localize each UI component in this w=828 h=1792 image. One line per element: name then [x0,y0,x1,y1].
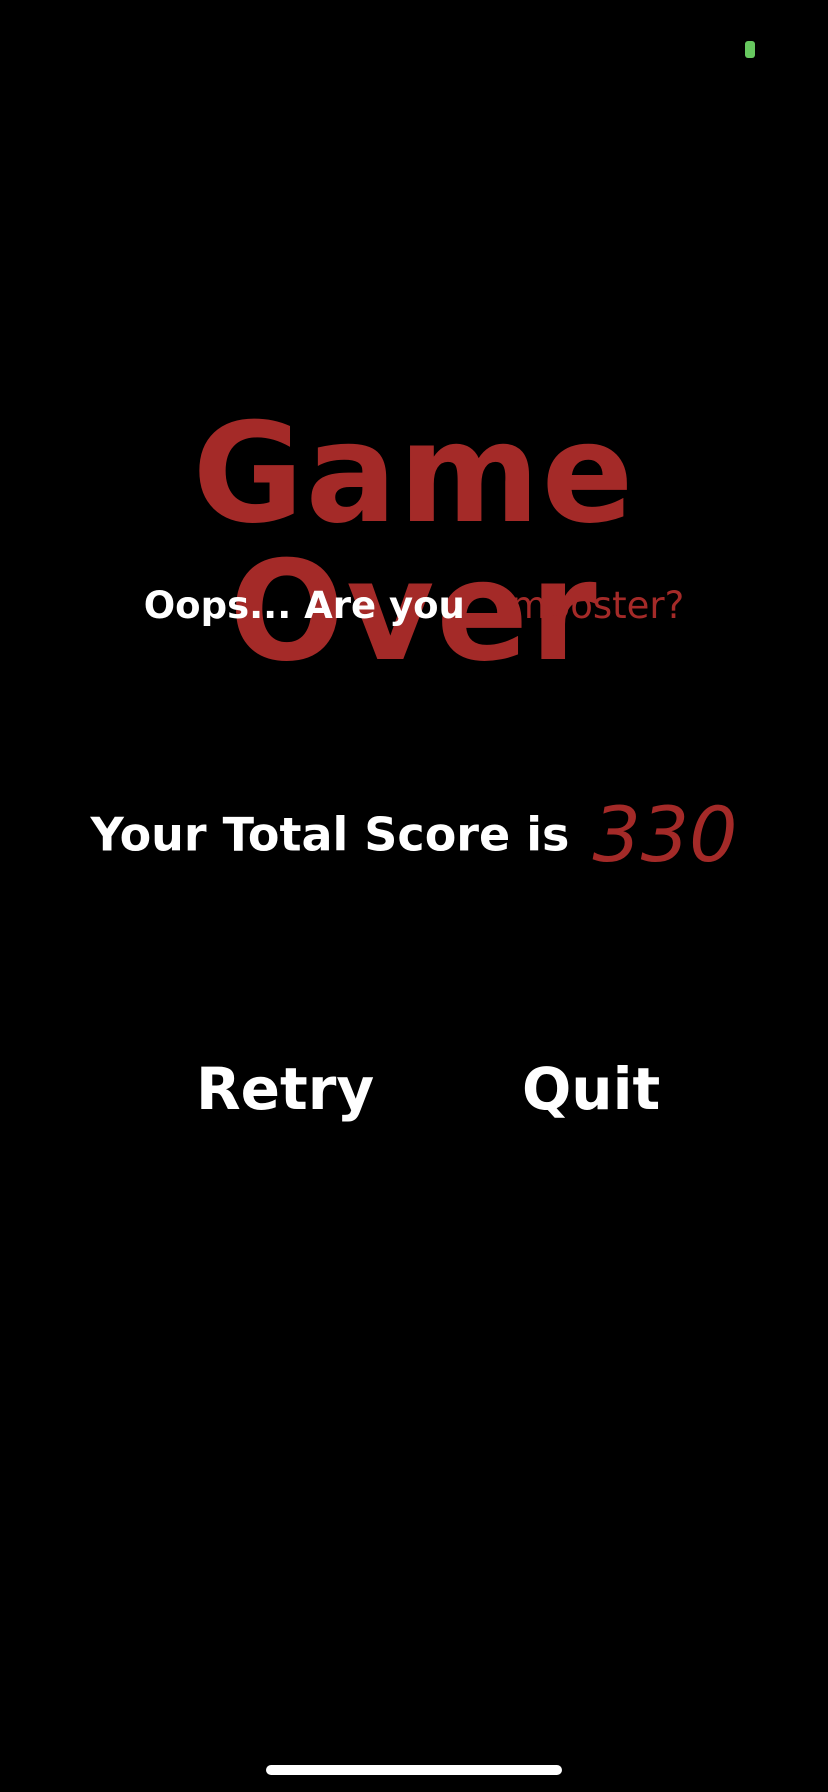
retry-button[interactable]: Retry [196,1060,374,1118]
status-indicator-dot [745,41,755,58]
subtitle-highlight: Imposter? [499,584,685,627]
score-value: 330 [592,790,738,879]
game-over-title: Game Over [192,393,636,692]
subtitle: Oops... Are you Imposter? [0,587,828,624]
home-indicator[interactable] [266,1765,562,1775]
score-label: Your Total Score is [90,807,570,862]
quit-button[interactable]: Quit [522,1060,660,1118]
subtitle-prefix: Oops... Are you [143,584,465,627]
score-line: Your Total Score is 330 [0,790,828,879]
